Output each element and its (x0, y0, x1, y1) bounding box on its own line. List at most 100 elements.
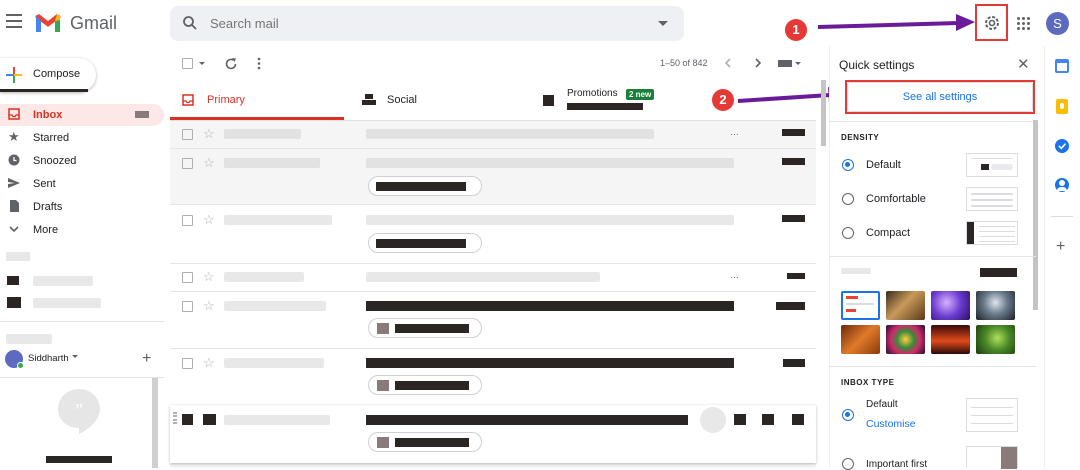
attachment-chip[interactable] (368, 432, 482, 452)
star-icon[interactable]: ☆ (203, 212, 215, 228)
caret-down-icon[interactable] (72, 355, 78, 358)
row-checkbox[interactable] (182, 158, 193, 169)
star-icon[interactable]: ☆ (203, 298, 215, 314)
tab-primary[interactable]: Primary (170, 80, 344, 120)
search-bar[interactable] (170, 6, 684, 41)
tab-label: Primary (207, 94, 245, 106)
view-all-redacted[interactable] (980, 268, 1017, 277)
label-redacted[interactable] (33, 276, 93, 286)
archive-icon[interactable] (734, 414, 746, 425)
caret-down-icon[interactable] (795, 62, 801, 65)
sidebar-item-snoozed[interactable]: Snoozed (0, 150, 164, 172)
hangouts-avatar[interactable] (5, 350, 24, 369)
star-icon[interactable]: ☆ (203, 355, 215, 371)
list-scrollbar[interactable] (821, 80, 826, 146)
row-checkbox[interactable] (182, 301, 193, 312)
quick-settings-title: Quick settings (839, 58, 915, 72)
delete-icon[interactable] (762, 414, 774, 425)
tag-icon (543, 95, 554, 106)
table-row[interactable] (170, 405, 816, 463)
label-icon (7, 297, 21, 308)
radio-unselected[interactable] (842, 458, 854, 470)
sidebar-item-drafts[interactable]: Drafts (0, 196, 164, 218)
attachment-chip[interactable] (368, 375, 482, 395)
chevron-left-icon[interactable] (724, 58, 732, 68)
select-all-checkbox[interactable] (182, 58, 193, 69)
radio-unselected[interactable] (842, 193, 854, 205)
hover-action-circle[interactable] (700, 407, 726, 433)
tasks-icon[interactable] (1055, 139, 1069, 153)
date-redacted (782, 129, 805, 136)
add-icon[interactable]: + (142, 350, 151, 368)
star-icon[interactable]: ☆ (203, 269, 215, 285)
account-avatar[interactable]: S (1046, 12, 1069, 35)
apps-grid-icon[interactable] (1017, 17, 1030, 30)
sidebar-item-more[interactable]: More (0, 219, 164, 241)
theme-thumbnail[interactable] (886, 291, 925, 320)
theme-thumbnail[interactable] (931, 291, 970, 320)
add-addon-icon[interactable]: + (1056, 238, 1065, 256)
main-menu-icon[interactable] (6, 14, 22, 28)
inbox-type-option-default[interactable]: Default Customise (841, 398, 1021, 434)
contacts-icon[interactable] (1055, 178, 1069, 192)
row-checkbox[interactable] (182, 414, 193, 425)
attachment-chip[interactable] (368, 176, 482, 196)
theme-thumbnail[interactable] (886, 325, 925, 354)
panel-scrollbar[interactable] (1033, 120, 1038, 310)
label-redacted[interactable] (33, 298, 101, 308)
sidebar-item-sent[interactable]: Sent (0, 173, 164, 195)
density-option-compact[interactable]: Compact (841, 221, 1021, 246)
inbox-type-option-important-first[interactable]: Important first (841, 446, 1021, 470)
star-icon[interactable]: ☆ (203, 126, 215, 142)
search-options-icon[interactable] (658, 21, 668, 26)
radio-selected[interactable] (842, 159, 854, 171)
mark-read-icon[interactable] (792, 414, 804, 425)
row-checkbox[interactable] (182, 215, 193, 226)
tab-social[interactable]: Social (344, 80, 534, 120)
star-icon[interactable] (203, 414, 216, 425)
star-icon[interactable]: ☆ (203, 155, 215, 171)
sender-redacted (224, 301, 326, 311)
gear-icon[interactable] (983, 14, 1001, 32)
sidebar-item-inbox[interactable]: Inbox (0, 104, 164, 126)
table-row[interactable]: ☆ (170, 349, 816, 405)
table-row[interactable]: ☆ (170, 149, 816, 204)
table-row[interactable]: ☆ … (170, 121, 816, 148)
theme-thumbnail[interactable] (841, 325, 880, 354)
search-input[interactable] (210, 6, 630, 41)
hangouts-user-name[interactable]: Siddharth (28, 353, 69, 364)
chevron-right-icon[interactable] (754, 58, 762, 68)
table-row[interactable]: ☆ (170, 205, 816, 263)
customise-link[interactable]: Customise (866, 418, 916, 430)
theme-thumbnail[interactable] (931, 325, 970, 354)
more-options-icon[interactable] (257, 57, 261, 70)
calendar-icon[interactable] (1055, 59, 1069, 73)
table-row[interactable]: ☆ … (170, 264, 816, 291)
density-option-default[interactable]: Default (841, 153, 1021, 178)
theme-default[interactable] (841, 291, 880, 320)
radio-unselected[interactable] (842, 227, 854, 239)
row-checkbox[interactable] (182, 358, 193, 369)
sidebar-item-starred[interactable]: ★ Starred (0, 127, 164, 149)
theme-thumbnail[interactable] (976, 291, 1015, 320)
keep-icon[interactable] (1056, 99, 1068, 114)
density-option-comfortable[interactable]: Comfortable (841, 187, 1021, 212)
table-row[interactable]: ☆ (170, 292, 816, 348)
tab-promotions[interactable]: Promotions 2 new (534, 80, 816, 120)
sidebar-scrollbar[interactable] (152, 378, 158, 468)
row-checkbox[interactable] (182, 129, 193, 140)
theme-thumbnail[interactable] (976, 325, 1015, 354)
refresh-icon[interactable] (224, 57, 238, 71)
input-tools-icon[interactable] (778, 60, 792, 67)
compose-button[interactable]: Compose (0, 58, 96, 92)
attachment-chip[interactable] (368, 318, 482, 338)
sender-redacted (224, 129, 301, 139)
search-icon[interactable] (182, 15, 198, 31)
drag-handle-icon[interactable] (173, 412, 177, 424)
row-checkbox[interactable] (182, 272, 193, 283)
select-dropdown-icon[interactable] (199, 62, 205, 65)
close-icon[interactable]: ✕ (1017, 55, 1030, 73)
contacts-body (1057, 187, 1067, 191)
radio-selected[interactable] (842, 409, 854, 421)
attachment-chip[interactable] (368, 233, 482, 253)
